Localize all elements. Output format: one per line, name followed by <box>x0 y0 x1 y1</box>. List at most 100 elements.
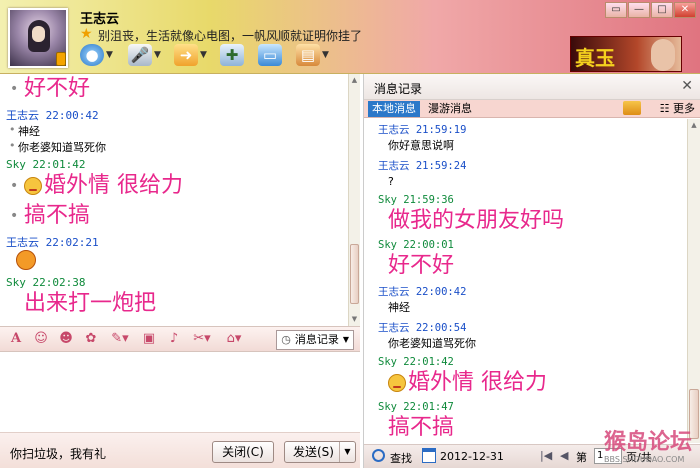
sms-button[interactable]: ✚ <box>220 43 244 67</box>
message-sender-time: 王志云 22:00:42 <box>6 109 99 122</box>
message-text-large: 搞不搞 <box>6 201 348 231</box>
message-text: 神经 <box>388 301 410 314</box>
emoji-icon[interactable]: ☺ <box>31 330 51 348</box>
promo-link[interactable]: 你扫垃圾，我有礼 <box>10 445 106 462</box>
message-sender-time: 王志云 21:59:19 <box>378 124 467 136</box>
send-file-button[interactable]: ➜ ▼ <box>174 43 207 67</box>
message-text: 你好意思说啊 <box>388 139 454 152</box>
more-label: 更多 <box>673 102 695 115</box>
message-text: 好不好 <box>24 76 91 101</box>
scroll-down-arrow-icon[interactable]: ▼ <box>350 314 359 324</box>
notebook-icon: ▤ <box>296 44 320 66</box>
message-input[interactable] <box>0 352 360 432</box>
doodle-icon[interactable]: ✎▾ <box>106 330 134 348</box>
window-controls: ▭ — □ ✕ <box>604 2 696 18</box>
shake-icon[interactable]: ✿ <box>81 330 101 348</box>
message-sender-time: Sky 22:01:42 <box>378 356 454 368</box>
scroll-thumb[interactable] <box>350 244 359 304</box>
ad-banner[interactable]: 真玉 <box>570 36 682 72</box>
close-window-button[interactable]: ✕ <box>674 2 696 18</box>
tab-local-messages[interactable]: 本地消息 <box>368 101 420 117</box>
screenshot-scissors-icon[interactable]: ✂▾ <box>189 330 215 348</box>
music-icon[interactable]: ♪ <box>164 330 184 348</box>
chevron-down-icon[interactable]: ▼ <box>106 50 113 60</box>
magic-face-icon[interactable]: ☻ <box>56 330 76 348</box>
tab-roaming-messages[interactable]: 漫游消息 <box>428 101 472 117</box>
toolbox-icon[interactable]: ⌂▾ <box>220 330 248 348</box>
message-display[interactable]: 好不好王志云 22:00:42神经你老婆知道骂死你 Sky 22:01:42 婚外情… <box>0 74 348 326</box>
folder-arrow-icon: ➜ <box>174 44 198 66</box>
star-icon: ★ <box>80 26 93 42</box>
message-text-large: 出来打一炮把 <box>6 289 348 319</box>
message-text: 神经 <box>6 123 348 139</box>
first-page-icon[interactable]: |◀ <box>540 449 552 462</box>
message-text: 做我的女朋友好吗 <box>388 208 565 233</box>
search-button[interactable]: 查找 <box>390 450 412 466</box>
chat-scrollbar[interactable]: ▲ ▼ <box>348 74 360 326</box>
chat-pane: 好不好王志云 22:00:42神经你老婆知道骂死你 Sky 22:01:42 婚外情… <box>0 74 360 468</box>
message-text: 婚外情 很给力 <box>44 173 183 198</box>
message-sender-time: Sky 22:01:42 <box>6 158 86 171</box>
history-panel: 消息记录 ✕ 本地消息 漫游消息 ☷ 更多 王志云 21:59:19 你好意思说啊… <box>363 74 700 468</box>
history-scrollbar[interactable]: ▲ <box>687 119 700 443</box>
video-call-button[interactable]: ● ▼ <box>80 43 113 67</box>
send-options-chevron-icon[interactable]: ▼ <box>339 442 355 462</box>
message-plus-icon: ✚ <box>220 44 244 66</box>
message-sender-time: 王志云 22:00:54 <box>378 322 467 334</box>
message-sender-time: Sky 22:02:38 <box>6 276 86 289</box>
banner-character <box>651 39 675 71</box>
send-button[interactable]: 发送(S) ▼ <box>284 441 356 463</box>
watermark-url: BBS.SHOUDAO.COM <box>604 455 685 464</box>
banner-logo: 真玉 <box>575 46 615 70</box>
image-icon[interactable]: ▣ <box>139 330 159 348</box>
message-text-large: 婚外情 很给力 <box>6 171 348 201</box>
webcam-icon: ● <box>80 44 104 66</box>
message-text: 你老婆知道骂死你 <box>388 337 476 350</box>
more-button[interactable]: ☷ 更多 <box>660 101 695 117</box>
message-text-large: 婚外情 很给力 <box>378 368 687 398</box>
contact-signature: 别沮丧，生活就像心电图，一帆风顺就证明你挂了 <box>98 29 363 43</box>
message-text: 搞不搞 <box>388 415 455 440</box>
message-sender-time: 王志云 22:00:42 <box>378 286 467 298</box>
close-button[interactable]: 关闭(C) <box>212 441 274 463</box>
send-label: 发送(S) <box>293 445 334 459</box>
contact-name[interactable]: 王志云 <box>80 8 119 27</box>
apps-button[interactable]: ▤ ▼ <box>296 43 329 67</box>
message-sender-time: Sky 21:59:36 <box>378 194 454 206</box>
scroll-up-arrow-icon[interactable]: ▲ <box>689 120 699 130</box>
scroll-up-arrow-icon[interactable]: ▲ <box>350 75 359 85</box>
chevron-down-icon[interactable]: ▼ <box>154 50 161 60</box>
message-text-large: 做我的女朋友好吗 <box>378 206 687 236</box>
voice-call-button[interactable]: 🎤 ▼ <box>128 43 161 67</box>
history-tabs: 本地消息 漫游消息 ☷ 更多 <box>364 100 700 118</box>
export-icon[interactable] <box>623 101 641 115</box>
chevron-down-icon[interactable]: ▼ <box>200 50 207 60</box>
date-value[interactable]: 2012-12-31 <box>440 450 504 463</box>
history-list[interactable]: 王志云 21:59:19 你好意思说啊王志云 21:59:24? Sky 21:59… <box>364 119 687 443</box>
message-text: 出来打一炮把 <box>24 291 157 316</box>
mobile-status-icon <box>56 52 66 66</box>
message-text: 婚外情 很给力 <box>408 370 547 395</box>
search-icon[interactable] <box>372 449 385 462</box>
font-icon[interactable]: A <box>6 330 26 348</box>
message-record-button[interactable]: ◷ 消息记录 ▼ <box>276 330 354 350</box>
prev-page-icon[interactable]: ◀ <box>560 449 568 462</box>
clock-icon: ◷ <box>281 333 291 346</box>
maximize-button[interactable]: □ <box>651 2 673 18</box>
watermark-logo: 猴岛论坛 <box>604 430 693 455</box>
history-title-bar: 消息记录 ✕ <box>364 74 700 100</box>
microphone-icon: 🎤 <box>128 44 152 66</box>
history-title: 消息记录 <box>374 82 423 96</box>
minimize-button[interactable]: — <box>628 2 650 18</box>
calendar-icon[interactable] <box>422 448 436 463</box>
message-text: 搞不搞 <box>24 203 91 228</box>
close-icon[interactable]: ✕ <box>681 78 693 94</box>
message-sender-time: 王志云 21:59:24 <box>378 160 467 172</box>
angry-emoji-icon <box>16 250 36 270</box>
message-text: ? <box>388 175 394 188</box>
message-text: 你老婆知道骂死你 <box>6 139 348 155</box>
remote-assist-button[interactable]: ▭ <box>258 43 282 67</box>
chevron-down-icon[interactable]: ▼ <box>322 50 329 60</box>
chat-header: 王志云 ★ 别沮丧，生活就像心电图，一帆风顺就证明你挂了 ● ▼ 🎤 ▼ ➜ ▼ ✚ … <box>0 0 700 74</box>
skin-button[interactable]: ▭ <box>605 2 627 18</box>
